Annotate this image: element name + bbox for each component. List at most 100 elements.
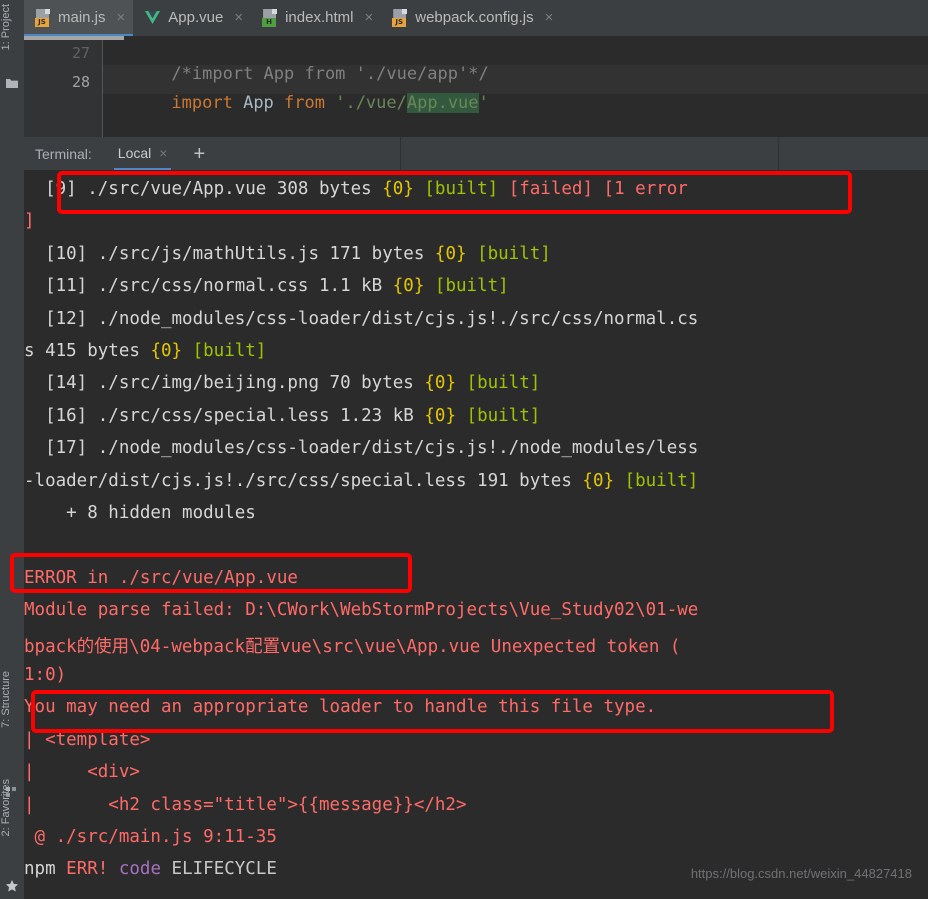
code-line-28: import App from './vue/App.vue' [110, 73, 489, 133]
tab-main-js[interactable]: JS main.js × [24, 0, 134, 36]
terminal-header-divider [400, 137, 401, 170]
terminal-text-segment: 1:0) [24, 665, 67, 685]
terminal-text-segment: | <h2 class="title">{{message}}</h2> [24, 794, 467, 815]
js-file-icon-badge: JS [392, 17, 407, 27]
terminal-text-segment: [12] ./node_modules/css-loader/dist/cjs.… [24, 308, 699, 329]
terminal-text-segment: code [118, 859, 162, 880]
terminal-text-segment: [16] ./src/css/special.less 1.23 kB [24, 405, 425, 426]
terminal-text-segment: ERROR in ./src/vue/App.vue [24, 567, 298, 588]
terminal-text-segment: s 415 bytes [24, 341, 151, 361]
terminal-line: 1:0) [24, 665, 928, 685]
terminal-line: Module parse failed: D:\CWork\WebStormPr… [24, 600, 928, 620]
string-path-prefix: './vue/ [324, 93, 407, 113]
tab-webpack-config-js[interactable]: JS webpack.config.js × [381, 0, 561, 36]
terminal-text-segment: {0} [434, 243, 467, 264]
terminal-text-segment: [failed] [508, 179, 593, 199]
terminal-text-segment: ERR! [66, 859, 109, 880]
tab-app-vue-label: App.vue [168, 8, 224, 26]
terminal-text-segment: | <template> [24, 729, 151, 750]
tab-main-js-close-icon[interactable]: × [117, 9, 126, 26]
rail-item-favorites[interactable]: 2: Favorites [0, 779, 24, 871]
terminal-line: You may need an appropriate loader to ha… [24, 697, 928, 717]
terminal-tab-close-icon[interactable]: × [159, 145, 167, 161]
string-path-highlighted: App.vue [406, 93, 479, 113]
terminal-text-segment: [9] ./src/vue/App.vue 308 bytes [24, 179, 383, 199]
editor-tab-bar: JS main.js × App.vue × H index.html × JS… [24, 0, 928, 36]
terminal-line: | <template> [24, 730, 928, 750]
tab-app-vue[interactable]: App.vue × [133, 0, 251, 36]
terminal-text-segment: [1 error [603, 179, 688, 199]
terminal-text-segment: | <div> [24, 762, 140, 783]
terminal-text-segment: [built] [466, 373, 541, 394]
js-file-icon: JS [392, 8, 408, 27]
tab-index-html-close-icon[interactable]: × [364, 9, 373, 26]
tab-main-js-label: main.js [58, 8, 106, 26]
watermark: https://blog.csdn.net/weixin_44827418 [690, 866, 912, 881]
terminal-add-tab-button[interactable]: + [193, 144, 205, 164]
terminal-text-segment: + 8 hidden modules [24, 503, 256, 523]
terminal-line: @ ./src/main.js 9:11-35 [24, 827, 928, 847]
terminal-line: -loader/dist/cjs.js!./src/css/special.le… [24, 471, 928, 491]
terminal-text-segment: [built] [466, 405, 541, 426]
terminal-text-segment: [built] [424, 179, 499, 199]
terminal-line: ] [24, 211, 928, 231]
terminal-line: [9] ./src/vue/App.vue 308 bytes {0} [bui… [24, 179, 928, 199]
rail-item-structure[interactable]: 7: Structure [0, 671, 24, 781]
terminal-line: | <div> [24, 762, 928, 782]
terminal-text-segment: @ ./src/main.js 9:11-35 [24, 827, 277, 847]
terminal-line: [14] ./src/img/beijing.png 70 bytes {0} … [24, 373, 928, 393]
terminal-text-segment: You may need an appropriate loader to ha… [24, 697, 657, 718]
html-file-icon-badge: H [262, 17, 277, 27]
left-tool-rail: 1: Project 7: Structure 2: Favorites [0, 0, 25, 899]
vue-file-icon [144, 10, 161, 25]
terminal-text-segment: ] [24, 211, 35, 232]
keyword-import: import [171, 93, 233, 113]
line-number-27: 27 [71, 44, 90, 62]
terminal-tab-local-label: Local [117, 144, 152, 161]
terminal-line: [16] ./src/css/special.less 1.23 kB {0} … [24, 406, 928, 426]
terminal-line: [12] ./node_modules/css-loader/dist/cjs.… [24, 309, 928, 329]
terminal-text-segment: [built] [624, 470, 699, 491]
terminal-line: ERROR in ./src/vue/App.vue [24, 568, 928, 588]
rail-item-project-label: 1: Project [0, 4, 12, 51]
terminal-text-segment: [11] ./src/css/normal.css 1.1 kB [24, 276, 393, 297]
tab-webpack-config-js-label: webpack.config.js [415, 8, 534, 26]
terminal-text-segment: [14] ./src/img/beijing.png 70 bytes [24, 373, 425, 394]
rail-item-project[interactable]: 1: Project [0, 4, 24, 124]
terminal-line: [10] ./src/js/mathUtils.js 171 bytes {0}… [24, 244, 928, 264]
terminal-text-segment: {0} [582, 470, 615, 491]
terminal-text-segment: {0} [382, 179, 414, 199]
ide-window: 1: Project 7: Structure 2: Favorites JS … [0, 0, 928, 899]
js-file-icon-badge: JS [35, 17, 49, 27]
tab-webpack-config-js-close-icon[interactable]: × [545, 9, 554, 26]
terminal-text-segment: {0} [392, 276, 425, 297]
terminal-text-segment: {0} [424, 373, 456, 394]
tab-index-html-label: index.html [285, 8, 354, 26]
terminal-output[interactable]: [9] ./src/vue/App.vue 308 bytes {0} [bui… [24, 170, 928, 899]
line-number-28: 28 [71, 73, 90, 91]
html-file-icon: H [262, 8, 278, 27]
terminal-tab-local[interactable]: Local × [113, 137, 172, 170]
code-editor[interactable]: 27 28 /*import App from './vue/app'*/ im… [24, 36, 928, 137]
tab-index-html[interactable]: H index.html × [251, 0, 381, 36]
terminal-line: s 415 bytes {0} [built] [24, 341, 928, 361]
tab-app-vue-close-icon[interactable]: × [234, 9, 243, 26]
terminal-text-segment: {0} [150, 341, 183, 361]
terminal-line: [11] ./src/css/normal.css 1.1 kB {0} [bu… [24, 276, 928, 296]
terminal-text-segment: Module parse failed: D:\CWork\WebStormPr… [24, 600, 699, 621]
terminal-text-segment: [built] [477, 243, 551, 264]
terminal-text-segment: ELIFECYCLE [161, 859, 277, 880]
terminal-header-divider-2 [778, 137, 779, 170]
terminal-text-segment: [17] ./node_modules/css-loader/dist/cjs.… [24, 438, 699, 459]
star-icon [6, 880, 18, 892]
